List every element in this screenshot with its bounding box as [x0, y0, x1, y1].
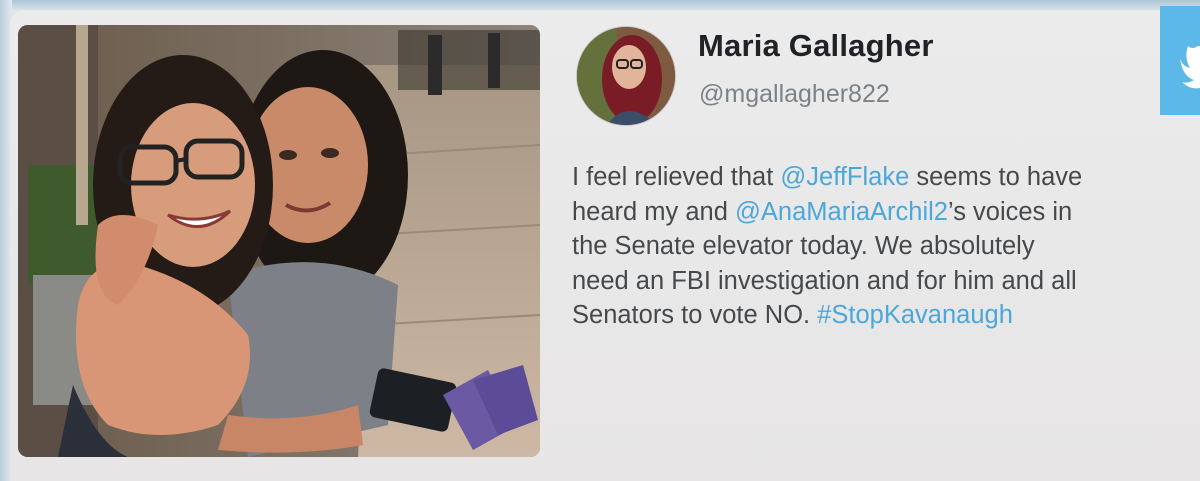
profile-avatar[interactable]: [577, 27, 675, 125]
tweet-text-segment: I feel relieved that: [572, 163, 781, 191]
tweet-line: I feel relieved that @JeffFlake seems to…: [572, 160, 1192, 195]
tweet-line: need an FBI investigation and for him an…: [572, 264, 1192, 299]
profile-avatar-icon: [577, 27, 675, 125]
tweet-line: heard my and @AnaMariaArchil2’s voices i…: [572, 195, 1192, 230]
tv-screen: Maria Gallagher @mgallagher822 I feel re…: [0, 0, 1200, 481]
tweet-text: I feel relieved that @JeffFlake seems to…: [572, 160, 1192, 333]
user-handle[interactable]: @mgallagher822: [699, 80, 890, 109]
twitter-brand-badge[interactable]: [1160, 6, 1200, 115]
twitter-bird-icon: [1180, 46, 1200, 89]
mention-link[interactable]: @AnaMariaArchil2: [735, 198, 948, 226]
hashtag-link[interactable]: #StopKavanaugh: [817, 301, 1013, 329]
mention-link[interactable]: @JeffFlake: [780, 163, 909, 191]
photo-two-women-hugging-icon: [18, 25, 540, 457]
screen-bezel-top: [0, 0, 1200, 10]
tweet-text-segment: need an FBI investigation and for him an…: [572, 266, 1077, 295]
tweet-text-segment: Senators to vote NO.: [572, 301, 818, 329]
tweet-text-segment: seems to have: [909, 163, 1083, 191]
tweet-line: the Senate elevator today. We absolutely: [572, 229, 1192, 264]
tweet-text-segment: heard my and: [572, 197, 736, 226]
tweet-text-segment: ’s voices in: [947, 197, 1073, 226]
tweet-line: Senators to vote NO. #StopKavanaugh: [572, 298, 1192, 333]
tweet-text-segment: the Senate elevator today. We absolutely: [572, 232, 1035, 260]
display-name[interactable]: Maria Gallagher: [698, 28, 934, 64]
tweet-photo[interactable]: [18, 25, 540, 457]
